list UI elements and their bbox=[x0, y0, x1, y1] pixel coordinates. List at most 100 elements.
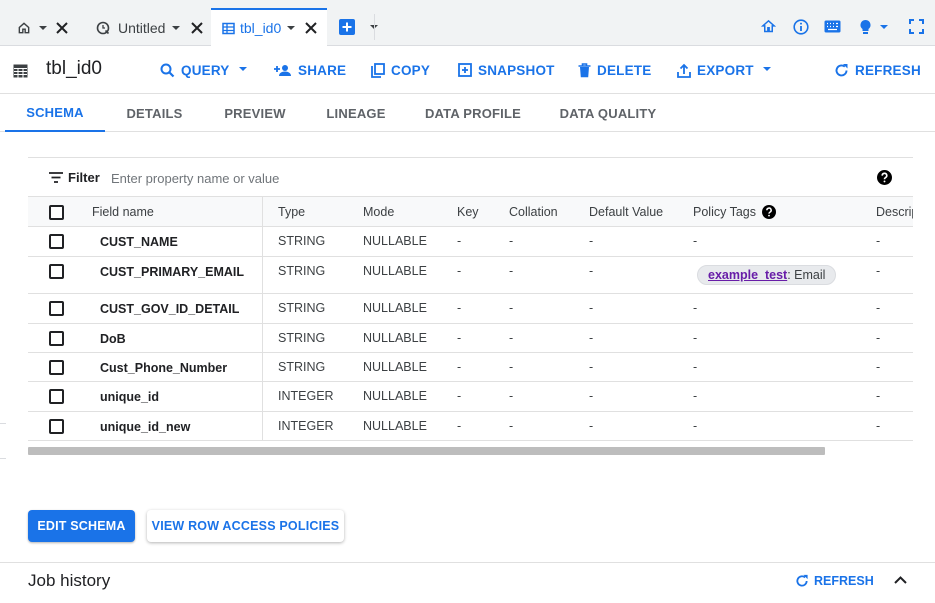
lightbulb-icon[interactable] bbox=[859, 19, 872, 35]
share-button[interactable]: SHARE bbox=[274, 46, 346, 94]
keyboard-icon[interactable] bbox=[824, 20, 841, 33]
upload-icon bbox=[677, 63, 691, 78]
delete-button[interactable]: DELETE bbox=[578, 46, 651, 94]
close-icon[interactable] bbox=[305, 22, 317, 34]
field-collation: - bbox=[509, 234, 514, 248]
field-policy: - bbox=[693, 331, 698, 345]
collapse-icon[interactable] bbox=[894, 575, 907, 584]
field-key: - bbox=[457, 301, 462, 315]
export-label: EXPORT bbox=[697, 62, 754, 78]
tab-lineage[interactable]: LINEAGE bbox=[314, 94, 398, 132]
field-policy: - bbox=[693, 234, 698, 248]
filter-label: Filter bbox=[68, 170, 100, 185]
chevron-down-icon bbox=[762, 67, 771, 71]
header-type[interactable]: Type bbox=[278, 197, 305, 227]
home-tab[interactable] bbox=[10, 9, 80, 46]
field-description: - bbox=[876, 264, 881, 278]
row-checkbox[interactable] bbox=[49, 301, 64, 316]
select-all-checkbox[interactable] bbox=[49, 205, 64, 220]
home-icon[interactable] bbox=[761, 19, 776, 34]
close-icon[interactable] bbox=[191, 21, 204, 34]
policy-tag-link[interactable]: example_test bbox=[708, 268, 787, 282]
query-button[interactable]: QUERY bbox=[160, 46, 254, 94]
field-type: STRING bbox=[278, 301, 326, 315]
header-key[interactable]: Key bbox=[457, 197, 479, 227]
field-mode: NULLABLE bbox=[363, 264, 427, 278]
field-collation: - bbox=[509, 389, 514, 403]
tab-label: tbl_id0 bbox=[240, 20, 282, 36]
header-policy-tags[interactable]: Policy Tags bbox=[693, 197, 756, 227]
delete-label: DELETE bbox=[597, 62, 652, 78]
tab-preview[interactable]: PREVIEW bbox=[212, 94, 298, 132]
table-row: unique_id_new INTEGER NULLABLE - - - - - bbox=[28, 412, 913, 440]
snapshot-button[interactable]: SNAPSHOT bbox=[458, 46, 555, 94]
table-row: DoB STRING NULLABLE - - - - - bbox=[28, 324, 913, 353]
tab-data-profile[interactable]: DATA PROFILE bbox=[414, 94, 532, 132]
row-checkbox[interactable] bbox=[49, 419, 64, 434]
header-mode[interactable]: Mode bbox=[363, 197, 394, 227]
chevron-down-icon[interactable] bbox=[286, 23, 296, 33]
field-mode: NULLABLE bbox=[363, 419, 427, 433]
field-description: - bbox=[876, 389, 881, 403]
field-mode: NULLABLE bbox=[363, 331, 427, 345]
field-default: - bbox=[589, 419, 594, 433]
chevron-down-icon[interactable] bbox=[38, 23, 48, 33]
row-checkbox[interactable] bbox=[49, 360, 64, 375]
tab-schema[interactable]: SCHEMA bbox=[5, 94, 105, 132]
help-icon[interactable] bbox=[762, 205, 776, 219]
export-button[interactable]: EXPORT bbox=[677, 46, 778, 94]
policy-tag-chip: example_test : Email bbox=[697, 265, 837, 285]
horizontal-scrollbar[interactable] bbox=[28, 447, 825, 455]
field-key: - bbox=[457, 389, 462, 403]
tab-label: Untitled bbox=[118, 19, 166, 36]
table-icon bbox=[13, 64, 28, 78]
field-policy: - bbox=[693, 389, 698, 403]
field-name: CUST_GOV_ID_DETAIL bbox=[100, 302, 240, 316]
help-icon[interactable] bbox=[877, 170, 892, 185]
tab-details[interactable]: DETAILS bbox=[113, 94, 196, 132]
info-icon[interactable] bbox=[793, 19, 809, 35]
chevron-down-icon[interactable] bbox=[171, 23, 181, 33]
tab-untitled[interactable]: Untitled bbox=[88, 9, 206, 46]
field-description: - bbox=[876, 419, 881, 433]
chevron-down-icon[interactable] bbox=[879, 24, 889, 32]
field-name: unique_id_new bbox=[100, 420, 191, 434]
view-row-access-policies-button[interactable]: VIEW ROW ACCESS POLICIES bbox=[147, 510, 344, 542]
edit-schema-button[interactable]: EDIT SCHEMA bbox=[28, 510, 135, 542]
header-description[interactable]: Description bbox=[876, 197, 913, 227]
copy-button[interactable]: COPY bbox=[371, 46, 430, 94]
copy-label: COPY bbox=[391, 62, 431, 78]
header-collation[interactable]: Collation bbox=[509, 197, 558, 227]
column-divider bbox=[262, 197, 263, 440]
filter-input[interactable] bbox=[111, 167, 411, 189]
header-default-value[interactable]: Default Value bbox=[589, 197, 663, 227]
field-default: - bbox=[589, 389, 594, 403]
field-type: STRING bbox=[278, 264, 326, 278]
job-history-refresh-button[interactable]: REFRESH bbox=[795, 563, 874, 599]
field-type: INTEGER bbox=[278, 389, 334, 403]
close-icon[interactable] bbox=[56, 21, 68, 34]
resource-toolbar: tbl_id0 QUERY SHARE COPY SNAPSHOT DELETE… bbox=[0, 46, 935, 94]
row-checkbox[interactable] bbox=[49, 389, 64, 404]
row-checkbox[interactable] bbox=[49, 331, 64, 346]
field-default: - bbox=[589, 331, 594, 345]
job-history-bar: Job history REFRESH bbox=[0, 562, 935, 603]
tab-tbl-id0[interactable]: tbl_id0 bbox=[211, 8, 327, 46]
query-label: QUERY bbox=[181, 62, 230, 78]
new-tab-button[interactable] bbox=[339, 19, 355, 35]
fullscreen-icon[interactable] bbox=[909, 19, 924, 34]
field-policy: - bbox=[693, 301, 698, 315]
field-description: - bbox=[876, 301, 881, 315]
header-field-name[interactable]: Field name bbox=[92, 197, 154, 227]
row-checkbox[interactable] bbox=[49, 264, 64, 279]
field-key: - bbox=[457, 234, 462, 248]
snapshot-icon bbox=[458, 63, 472, 77]
field-mode: NULLABLE bbox=[363, 301, 427, 315]
share-label: SHARE bbox=[298, 62, 347, 78]
tab-data-quality[interactable]: DATA QUALITY bbox=[548, 94, 668, 132]
field-name: Cust_Phone_Number bbox=[100, 361, 228, 375]
trash-icon bbox=[578, 62, 591, 77]
refresh-button[interactable]: REFRESH bbox=[834, 46, 921, 94]
field-description: - bbox=[876, 360, 881, 374]
row-checkbox[interactable] bbox=[49, 234, 64, 249]
